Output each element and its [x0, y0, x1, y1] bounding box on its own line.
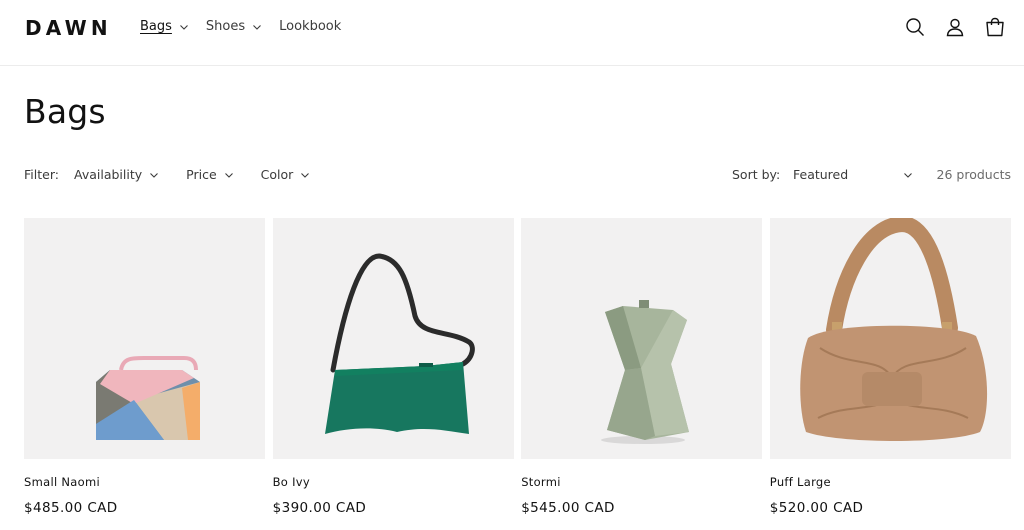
product-image[interactable]	[24, 218, 265, 459]
chevron-down-icon	[300, 170, 310, 180]
nav-item-label: Bags	[140, 19, 172, 34]
nav-item-label: Lookbook	[279, 19, 342, 34]
cart-icon[interactable]	[984, 16, 1006, 38]
filter-item-label: Availability	[74, 167, 143, 182]
filter-availability[interactable]: Availability	[74, 167, 159, 182]
chevron-down-icon	[903, 170, 913, 180]
nav-item-bags[interactable]: Bags	[140, 19, 189, 34]
main-nav: Bags Shoes Lookbook	[140, 19, 358, 34]
product-card[interactable]: Puff Large $520.00 CAD	[769, 218, 1011, 516]
nav-item-label: Shoes	[205, 19, 246, 34]
product-name: Small Naomi	[24, 475, 100, 489]
nav-item-shoes[interactable]: Shoes	[206, 19, 262, 34]
store-logo[interactable]: DAWN	[25, 16, 112, 40]
product-price: $520.00 CAD	[769, 500, 864, 516]
filter-bar: Filter: Availability Price Color Sort by…	[24, 167, 1011, 185]
product-name: Stormi	[521, 475, 561, 489]
filter-price[interactable]: Price	[186, 167, 234, 182]
product-image[interactable]	[272, 218, 514, 459]
chevron-down-icon	[252, 22, 262, 32]
sort-select[interactable]: Featured	[793, 167, 913, 182]
product-grid: Small Naomi $485.00 CAD Bo Ivy $390.00 C…	[24, 218, 1011, 516]
account-icon[interactable]	[944, 16, 966, 38]
nav-item-lookbook[interactable]: Lookbook	[279, 19, 341, 34]
chevron-down-icon	[149, 170, 159, 180]
product-card[interactable]: Stormi $545.00 CAD	[521, 218, 763, 516]
filter-color[interactable]: Color	[261, 167, 311, 182]
chevron-down-icon	[179, 22, 189, 32]
site-header: DAWN Bags Shoes Lookbook	[0, 0, 1024, 66]
product-price: $390.00 CAD	[272, 500, 367, 516]
filter-label: Filter:	[24, 167, 59, 182]
product-price: $485.00 CAD	[24, 500, 118, 516]
product-image[interactable]	[769, 218, 1011, 459]
product-image[interactable]	[521, 218, 763, 459]
page-title: Bags	[24, 92, 106, 131]
filter-item-label: Color	[260, 167, 294, 182]
product-price: $545.00 CAD	[521, 500, 615, 516]
product-name: Bo Ivy	[272, 475, 310, 489]
chevron-down-icon	[224, 170, 234, 180]
header-actions	[886, 16, 1006, 38]
search-icon[interactable]	[904, 16, 926, 38]
product-card[interactable]: Small Naomi $485.00 CAD	[24, 218, 265, 516]
filter-list: Availability Price Color	[74, 167, 337, 182]
filter-item-label: Price	[186, 167, 217, 182]
sort-value: Featured	[793, 167, 849, 182]
product-card[interactable]: Bo Ivy $390.00 CAD	[272, 218, 514, 516]
sort-label: Sort by:	[732, 167, 781, 182]
product-name: Puff Large	[769, 475, 831, 489]
product-count: 26 products	[936, 167, 1011, 182]
